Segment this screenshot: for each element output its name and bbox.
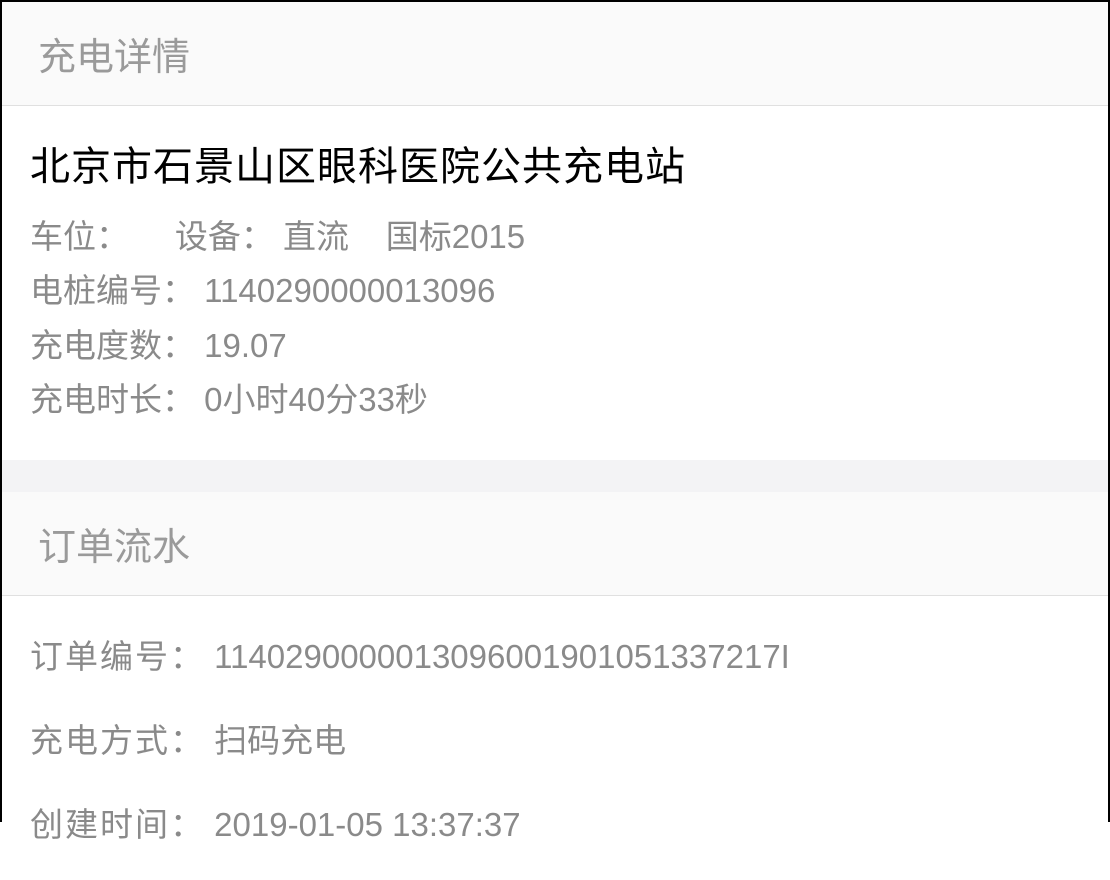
order-id-value: 1140290000013096001901051337217I [214,638,790,675]
pile-id-label: 电桩编号： [30,272,195,309]
station-name: 北京市石景山区眼科医院公共充电站 [30,134,1080,192]
charging-details-header: 充电详情 [2,2,1108,106]
kwh-value: 19.07 [204,327,287,364]
kwh-line: 充电度数： 19.07 [30,319,1080,373]
equipment-type: 直流 [283,218,349,255]
order-flow-body: 订单编号： 1140290000013096001901051337217I 充… [2,596,1108,880]
duration-label: 充电时长： [30,381,195,418]
equipment-standard: 国标2015 [386,218,525,255]
equipment-label: 设备： [175,218,274,255]
method-value: 扫码充电 [214,722,346,759]
pile-id-line: 电桩编号： 1140290000013096 [30,264,1080,318]
pile-id-value: 1140290000013096 [204,272,495,309]
section-divider [2,460,1108,492]
charging-details-body: 北京市石景山区眼科医院公共充电站 车位： 设备： 直流 国标2015 电桩编号：… [2,106,1108,460]
order-id-label: 订单编号： [30,638,205,675]
charging-details-title: 充电详情 [38,37,190,79]
method-label: 充电方式： [30,722,205,759]
created-label: 创建时间： [30,806,205,843]
duration-line: 充电时长： 0小时40分33秒 [30,373,1080,427]
order-id-line: 订单编号： 1140290000013096001901051337217I [30,612,1080,696]
duration-value: 0小时40分33秒 [204,381,428,418]
parking-equipment-line: 车位： 设备： 直流 国标2015 [30,210,1080,264]
method-line: 充电方式： 扫码充电 [30,696,1080,780]
order-flow-header: 订单流水 [2,492,1108,596]
created-value: 2019-01-05 13:37:37 [214,806,520,843]
kwh-label: 充电度数： [30,327,195,364]
order-flow-title: 订单流水 [38,527,190,569]
parking-label: 车位： [30,218,129,255]
